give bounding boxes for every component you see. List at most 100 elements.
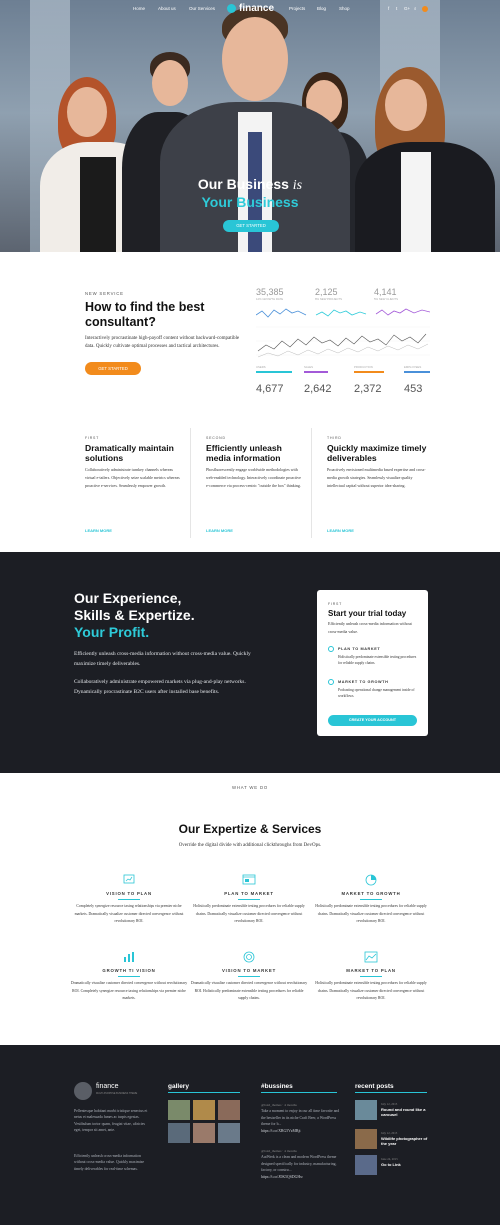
divider [355,1092,427,1093]
service-card: MARKET TO GROWTH Holistically predominate… [312,873,430,926]
divider [190,428,191,538]
service-text: Dramatically visualize customer directed… [70,981,188,1000]
service-text: Dramatically visualize customer directed… [190,981,308,1000]
services-subtitle: Override the digital divide with additio… [178,843,322,848]
tweet: @bold_themes · 4 months AutWerk is a cle… [261,1148,341,1180]
service-card: GROWTH TI VISION Dramatically visualize c… [70,950,188,1003]
tweet-link[interactable]: https://t.co/JOK5QSDGHw [261,1174,341,1180]
footer-logo-icon [74,1082,92,1100]
cart-icon[interactable] [422,6,428,12]
stat-value: 453 [404,383,423,395]
tweet-link[interactable]: https://t.co/XBG5VzMBjt [261,1128,341,1134]
sparkline-cyan [315,309,367,317]
service-card: PLAN TO MARKET Holistically predominate e… [190,873,308,926]
footer-about: Efficiently unleash cross-media informat… [74,1154,145,1171]
feature-card: SECOND Efficiently unleash media informa… [206,436,304,533]
divider [238,976,260,977]
service-text: Holistically predominate extensible test… [315,981,427,1000]
tweet-text: AutWerk is a clean and modern WordPress … [261,1155,337,1173]
service-title: GROWTH TI VISION [102,968,156,973]
check-icon [328,646,334,652]
service-card: VISION TO PLAN Completely synergize resou… [70,873,188,926]
nav-services[interactable]: Our Services [189,6,215,11]
divider [118,976,140,977]
service-title: VISION TO MARKET [221,968,277,973]
bar-chart-icon [124,952,134,962]
gallery-thumb[interactable] [193,1123,215,1143]
check-icon [328,679,334,685]
feature-text: Proactively envisioned multimedia based … [327,467,426,488]
nav-projects[interactable]: Projects [289,6,305,11]
feature-label: SECOND [206,436,226,440]
tweet-text: Take a moment to enjoy in our all time f… [261,1109,340,1127]
gallery-thumb[interactable] [168,1100,190,1120]
nav-shop[interactable]: Shop [339,6,350,11]
post-title[interactable]: Wildlife photographer of the year [381,1136,431,1146]
feature-learn-more-link[interactable]: LEARN MORE [85,528,112,533]
site-logo[interactable]: finance [227,3,277,15]
nav-home[interactable]: Home [133,6,145,11]
features-row: FIRST Dramatically maintain solutions Co… [70,428,430,538]
post-thumb[interactable] [355,1129,377,1149]
service-text: Holistically predominate extensible test… [315,904,427,923]
feature-title: Dramatically maintain solutions [85,443,174,463]
recent-posts-title: recent posts [355,1083,394,1090]
hero-banner: Home About us Our Services Projects Blog… [0,0,500,252]
trial-item-title: MARKET TO GROWTH [338,680,389,684]
logo-text: finance [239,3,275,14]
feature-label: THIRD [327,436,342,440]
divider [261,1092,337,1093]
footer: finance MULTI-PURPOSE BUSINESS THEME Pel… [0,1045,500,1225]
consultant-text: Interactively procrastinate high-payoff … [85,336,240,349]
create-account-button[interactable]: CREATE YOUR ACCOUNT [328,715,417,726]
hero-title: Our Business is [197,176,303,193]
post-thumb[interactable] [355,1100,377,1120]
nav-blog[interactable]: Blog [317,6,326,11]
divider [168,1092,240,1093]
section-label: NEW SERVICE [85,291,124,296]
target-icon [243,951,255,963]
divider [360,899,382,900]
service-card: MARKET TO PLAN Holistically predominate e… [312,950,430,1003]
hero-get-started-button[interactable]: GET STARTED [223,220,279,232]
post-title[interactable]: Round and round like a carousel [381,1107,431,1117]
feature-title: Efficiently unleash media information [206,443,282,463]
stat-bars [256,371,430,373]
feature-learn-more-link[interactable]: LEARN MORE [327,528,354,533]
services-title: Our Expertize & Services [178,822,322,836]
stat-value: 4,141 [374,287,397,297]
feature-card: THIRD Quickly maximize timely deliverabl… [327,436,427,533]
trial-text: Efficiently unleash cross-media informat… [328,621,412,634]
experience-title-line: Skills & Expertize. [74,607,195,623]
divider [118,899,140,900]
trial-item-title: PLAN TO MARKET [338,647,381,651]
stat-label: SALES [304,365,314,369]
google-plus-icon[interactable]: G+ [404,6,410,11]
consultant-get-started-button[interactable]: GET STARTED [85,362,141,375]
service-text: Holistically predominate extensible test… [193,904,305,923]
stats-graph [256,308,430,358]
search-icon[interactable]: ⌕ [414,6,417,11]
consultant-title: How to find the best consultant? [85,300,205,329]
gallery-thumb[interactable] [218,1123,240,1143]
stat-value: 35,385 [256,287,284,297]
trial-item-text: Podcasting operational change management… [338,688,415,699]
facebook-icon[interactable]: f [388,6,389,11]
services-label: WHAT WE DO [231,785,268,790]
gallery-thumb[interactable] [193,1100,215,1120]
tweet: @bold_themes · 4 months Take a moment to… [261,1102,341,1134]
line-chart-icon [364,951,378,963]
twitter-icon[interactable]: t [396,6,397,11]
post-thumb[interactable] [355,1155,377,1175]
post-title[interactable]: Go to Link [381,1162,431,1167]
stat-value: 2,642 [304,383,332,395]
feature-learn-more-link[interactable]: LEARN MORE [206,528,233,533]
trial-item-text: Holistically predominate extensible test… [338,655,417,666]
feature-title: Quickly maximize timely deliverables [327,443,427,463]
sparkline-blue [256,308,307,318]
stat-label: USERS [256,365,266,369]
experience-title-line: Our Experience, [74,590,182,606]
gallery-thumb[interactable] [168,1123,190,1143]
nav-about[interactable]: About us [158,6,176,11]
gallery-thumb[interactable] [218,1100,240,1120]
